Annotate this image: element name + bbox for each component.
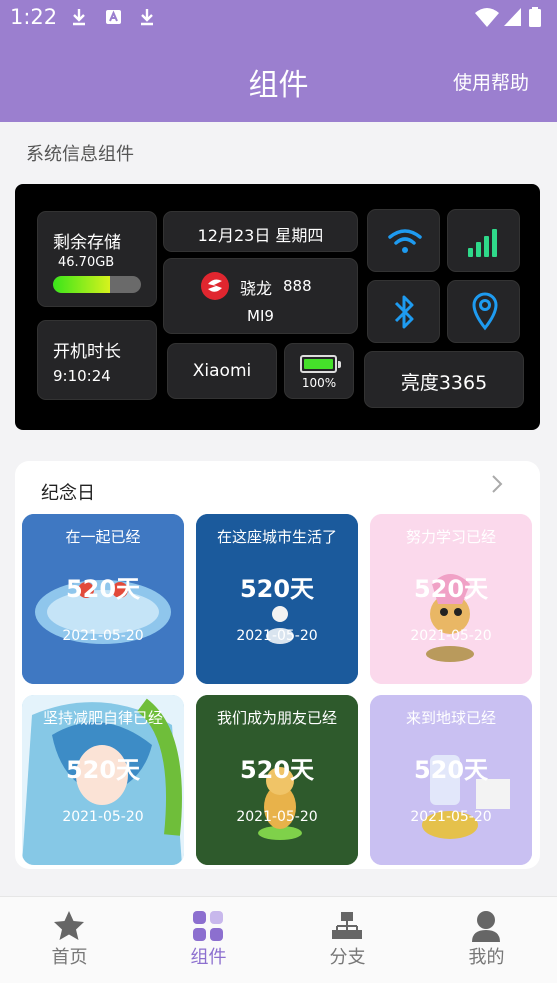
card-caption: 我们成为朋友已经 — [216, 709, 337, 727]
card-days: 520天 — [65, 575, 141, 603]
wifi-icon — [475, 8, 499, 27]
card-caption: 在一起已经 — [65, 528, 141, 546]
status-bar: 1:22 — [0, 0, 557, 36]
card-date: 2021-05-20 — [410, 809, 492, 825]
uptime-label: 开机时长 — [53, 342, 121, 362]
storage-tile[interactable]: 剩余存储 46.70GB — [37, 211, 157, 307]
sitemap-icon — [332, 912, 362, 939]
location-pin-icon — [472, 292, 498, 331]
cell-signal-icon — [504, 8, 521, 26]
bluetooth-toggle[interactable] — [367, 280, 440, 343]
card-date: 2021-05-20 — [236, 809, 318, 825]
card-caption: 坚持减肥自律已经 — [42, 709, 163, 727]
chip-tile[interactable]: 骁龙 888 MI9 — [163, 258, 358, 334]
card-date: 2021-05-20 — [62, 809, 144, 825]
card-days: 520天 — [239, 575, 315, 603]
nav-item-branch[interactable]: 分支 — [278, 897, 417, 983]
storage-progress-bar — [53, 276, 141, 293]
memorial-card[interactable]: 来到地球已经 520天 2021-05-20 — [370, 695, 532, 865]
card-days: 520天 — [413, 756, 489, 784]
brightness-tile[interactable]: 亮度3365 — [364, 351, 524, 408]
app-bar: 组件 使用帮助 — [0, 36, 557, 122]
uptime-value: 9:10:24 — [53, 367, 111, 385]
download-icon — [73, 9, 85, 26]
device-model: MI9 — [247, 307, 274, 325]
snapdragon-icon — [201, 272, 229, 300]
memorial-card[interactable]: 在一起已经 520天 2021-05-20 — [22, 514, 184, 684]
signal-bars-icon — [468, 229, 497, 257]
nav-item-mine[interactable]: 我的 — [417, 897, 556, 983]
memorial-card[interactable]: 努力学习已经 520天 2021-05-20 — [370, 514, 532, 684]
grid-icon — [193, 911, 223, 941]
chip-model: 888 — [283, 277, 312, 295]
nav-label-mine: 我的 — [468, 947, 505, 968]
nav-item-home[interactable]: 首页 — [0, 897, 139, 983]
wifi-icon — [388, 229, 422, 253]
card-days: 520天 — [413, 575, 489, 603]
brightness-text: 亮度3365 — [400, 372, 488, 394]
system-section-title: 系统信息组件 — [26, 144, 134, 165]
wifi-toggle[interactable] — [367, 209, 440, 272]
memorial-card[interactable]: 坚持减肥自律已经 520天 2021-05-20 — [22, 695, 184, 865]
card-date: 2021-05-20 — [62, 628, 144, 644]
memorial-section: 纪念日 在一起已经 520天 2021-05-20 在这座城市生活了 520天 … — [15, 461, 540, 869]
card-date: 2021-05-20 — [410, 628, 492, 644]
bottom-nav: 首页 组件 分支 我的 — [0, 896, 557, 983]
nav-label-home: 首页 — [51, 947, 88, 968]
download-icon — [141, 9, 153, 26]
system-info-widget[interactable]: 剩余存储 46.70GB 开机时长 9:10:24 12月23日 星期四 骁龙 … — [15, 184, 540, 430]
card-days: 520天 — [239, 756, 315, 784]
battery-tile[interactable]: 100% — [284, 343, 354, 399]
manufacturer-tile[interactable]: Xiaomi — [167, 343, 277, 399]
battery-level-icon — [300, 355, 341, 373]
card-days: 520天 — [65, 756, 141, 784]
memorial-card[interactable]: 我们成为朋友已经 520天 2021-05-20 — [196, 695, 358, 865]
card-caption: 来到地球已经 — [405, 709, 496, 727]
status-time: 1:22 — [10, 5, 58, 29]
nav-item-widgets[interactable]: 组件 — [139, 897, 278, 983]
storage-value: 46.70GB — [58, 255, 115, 270]
uptime-tile[interactable]: 开机时长 9:10:24 — [37, 320, 157, 400]
storage-label: 剩余存储 — [53, 233, 121, 253]
star-icon — [54, 911, 84, 940]
location-toggle[interactable] — [447, 280, 520, 343]
memorial-title: 纪念日 — [41, 483, 95, 504]
help-button[interactable]: 使用帮助 — [453, 68, 529, 95]
mobile-signal-toggle[interactable] — [447, 209, 520, 272]
manufacturer-text: Xiaomi — [192, 361, 252, 381]
font-a-icon — [106, 10, 121, 24]
chevron-right-icon[interactable] — [490, 473, 504, 495]
bluetooth-icon — [394, 295, 414, 329]
battery-percent: 100% — [301, 376, 337, 390]
date-tile[interactable]: 12月23日 星期四 — [163, 211, 358, 252]
card-date: 2021-05-20 — [236, 628, 318, 644]
person-icon — [472, 911, 500, 942]
card-caption: 在这座城市生活了 — [216, 528, 337, 546]
memorial-card[interactable]: 在这座城市生活了 520天 2021-05-20 — [196, 514, 358, 684]
battery-icon — [529, 7, 541, 27]
nav-label-branch: 分支 — [329, 947, 366, 968]
date-text: 12月23日 星期四 — [197, 226, 324, 245]
chip-brand: 骁龙 — [240, 279, 273, 298]
nav-label-widgets: 组件 — [190, 947, 227, 968]
card-caption: 努力学习已经 — [405, 528, 496, 546]
